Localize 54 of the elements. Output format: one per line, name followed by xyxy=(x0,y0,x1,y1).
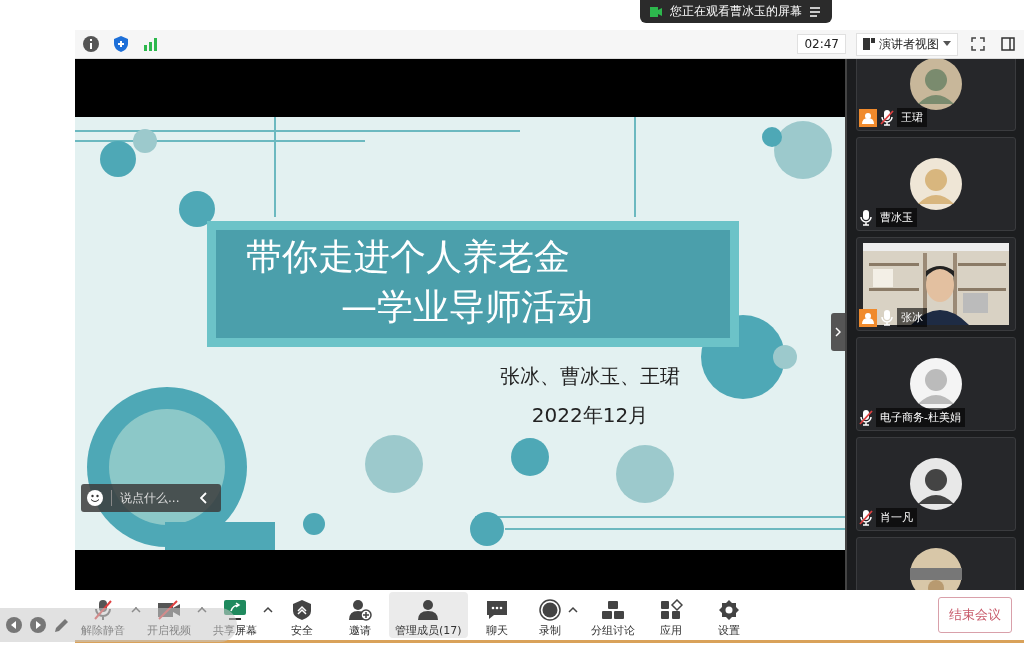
muted-mic-icon xyxy=(91,599,115,621)
toolbar-button[interactable]: 分组讨论 xyxy=(584,592,641,638)
toolbar-button[interactable]: 邀请 xyxy=(342,592,378,638)
info-icon[interactable] xyxy=(81,34,101,54)
slide-date: 2022年12月 xyxy=(530,402,650,429)
apps-icon xyxy=(658,599,683,621)
video-icon xyxy=(650,6,662,17)
toolbar-button[interactable]: 设置 xyxy=(710,592,747,638)
collapse-icon[interactable] xyxy=(200,492,208,504)
notice-text: 您正在观看曹冰玉的屏幕 xyxy=(670,3,802,20)
view-button[interactable]: 演讲者视图 xyxy=(856,32,958,56)
breakout-rooms-icon xyxy=(600,599,625,621)
toolbar-button[interactable]: 聊天 xyxy=(478,592,515,638)
participant-name: 张冰 xyxy=(897,308,927,327)
participant-name: 王珺 xyxy=(897,108,927,127)
shield-icon xyxy=(290,599,314,621)
user-icon xyxy=(416,599,441,621)
participant-tile[interactable]: 张冰 xyxy=(856,237,1016,331)
toolbar-button[interactable]: 录制 xyxy=(531,592,568,638)
caret-icon[interactable] xyxy=(567,606,578,614)
record-icon xyxy=(537,599,562,621)
caret-icon[interactable] xyxy=(263,606,273,614)
pencil-icon[interactable] xyxy=(54,617,70,633)
participant-name: 肖一凡 xyxy=(876,508,917,527)
toolbar-button[interactable]: 应用 xyxy=(652,592,689,638)
shield-icon[interactable] xyxy=(111,34,131,54)
slide-title: 带你走进个人养老金 —学业导师活动 xyxy=(207,221,739,347)
back-icon[interactable] xyxy=(6,617,22,633)
emoji-icon[interactable] xyxy=(87,490,103,506)
share-screen-icon xyxy=(223,599,247,621)
toolbar-button[interactable]: 共享屏幕 xyxy=(207,592,263,638)
sidebar-toggle-icon[interactable] xyxy=(998,34,1018,54)
participant-name: 电子商务-杜美娟 xyxy=(876,408,965,427)
toolbar-button[interactable]: 管理成员(17) xyxy=(389,592,468,638)
forward-icon[interactable] xyxy=(30,617,46,633)
slide-authors: 张冰、曹冰玉、王珺 xyxy=(499,363,681,390)
participant-tile[interactable]: 王珺 xyxy=(856,59,1016,131)
panel-toggle-handle[interactable] xyxy=(831,313,845,351)
participant-tile[interactable]: 电子商务-杜美娟 xyxy=(856,337,1016,431)
end-meeting-button[interactable]: 结束会议 xyxy=(938,597,1012,633)
menu-icon[interactable] xyxy=(810,6,822,17)
chat-input[interactable]: 说点什么... xyxy=(111,490,192,506)
participant-tile[interactable]: 肖一凡 xyxy=(856,437,1016,531)
toolbar-button[interactable]: 安全 xyxy=(284,592,320,638)
add-user-icon xyxy=(348,599,372,621)
dropdown-icon xyxy=(943,41,951,47)
meeting-timer: 02:47 xyxy=(797,34,846,54)
layout-icon xyxy=(863,38,875,50)
fullscreen-icon[interactable] xyxy=(968,34,988,54)
participant-tile[interactable]: 曹冰玉 xyxy=(856,137,1016,231)
participant-name: 曹冰玉 xyxy=(876,208,917,227)
video-off-icon xyxy=(157,599,181,621)
chat-icon xyxy=(484,599,509,621)
chat-bar[interactable]: 说点什么... xyxy=(81,484,221,512)
